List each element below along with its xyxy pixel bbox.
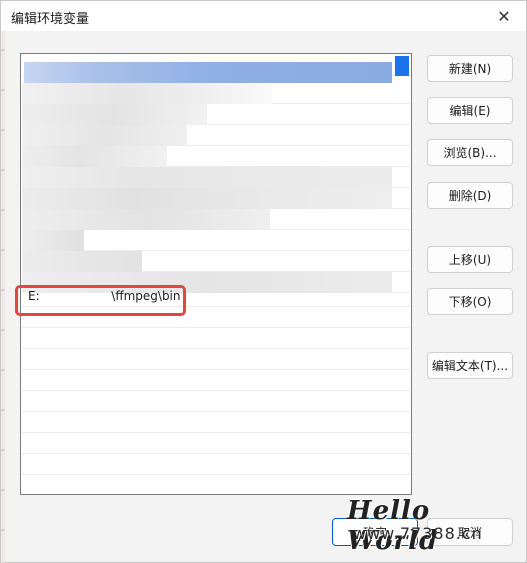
list-item[interactable] [22, 146, 410, 167]
list-item[interactable] [22, 188, 410, 209]
edit-button[interactable]: 编辑(E) [427, 97, 513, 124]
title-bar: 编辑环境变量 ✕ [1, 1, 526, 31]
list-item[interactable] [22, 328, 410, 349]
scrollbar-thumb[interactable] [395, 56, 409, 76]
list-item[interactable] [22, 454, 410, 475]
list-item[interactable] [22, 209, 410, 230]
move-down-button[interactable]: 下移(O) [427, 288, 513, 315]
list-item[interactable] [22, 475, 410, 494]
list-item[interactable] [22, 125, 410, 146]
list-item[interactable] [22, 433, 410, 454]
list-item[interactable] [22, 104, 410, 125]
list-item[interactable] [22, 167, 410, 188]
edit-env-variable-dialog: 编辑环境变量 ✕ E: \ffmpeg\bin 新建(N) 编辑(E) 浏览(B… [0, 0, 527, 563]
background-window-edge [1, 31, 5, 563]
close-icon: ✕ [497, 6, 511, 26]
delete-button[interactable]: 删除(D) [427, 182, 513, 209]
move-up-button[interactable]: 上移(U) [427, 246, 513, 273]
ok-button[interactable]: 确定 [332, 518, 418, 546]
dialog-title: 编辑环境变量 [11, 12, 90, 27]
list-item[interactable] [22, 83, 410, 104]
path-list[interactable]: E: \ffmpeg\bin [20, 53, 412, 495]
list-item[interactable] [22, 251, 410, 272]
list-item[interactable] [22, 230, 410, 251]
edit-text-button[interactable]: 编辑文本(T)... [427, 352, 513, 379]
list-item[interactable] [22, 55, 410, 83]
browse-button[interactable]: 浏览(B)... [427, 139, 513, 166]
new-button[interactable]: 新建(N) [427, 55, 513, 82]
close-button[interactable]: ✕ [482, 1, 526, 31]
annotation-highlight [15, 285, 186, 316]
list-item[interactable] [22, 391, 410, 412]
list-item[interactable] [22, 349, 410, 370]
list-item[interactable] [22, 412, 410, 433]
cancel-button[interactable]: 取消 [427, 518, 513, 546]
list-item[interactable] [22, 370, 410, 391]
